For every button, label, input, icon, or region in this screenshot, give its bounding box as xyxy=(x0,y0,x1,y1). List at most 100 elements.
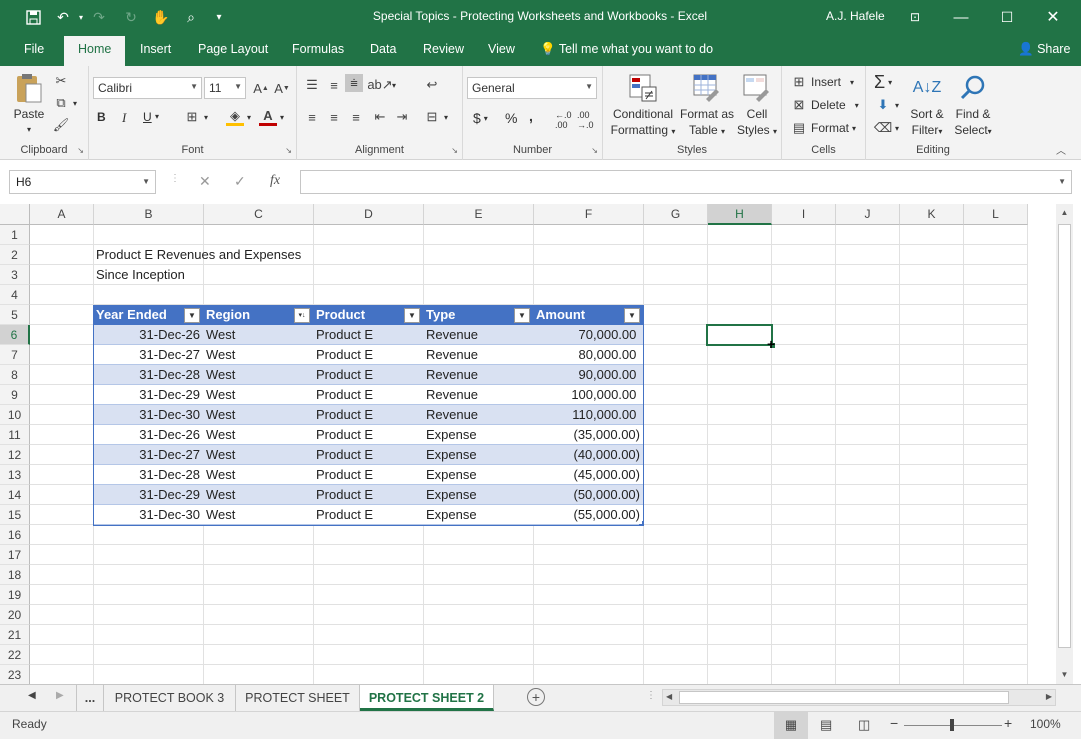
table-cell-product[interactable]: Product E xyxy=(313,425,423,445)
horizontal-scrollbar[interactable]: ◀ ▶ xyxy=(662,689,1056,706)
increase-font-size-button[interactable]: A ▲ xyxy=(252,79,270,97)
table-cell-year-ended[interactable]: 31-Dec-29 xyxy=(93,485,203,505)
row-header-15[interactable]: 15 xyxy=(0,505,30,525)
tab-split-grip-icon[interactable]: ⋮ xyxy=(646,690,656,701)
normal-view-icon[interactable]: ▦ xyxy=(774,712,808,739)
zoom-in-icon[interactable]: + xyxy=(1004,715,1012,731)
page-break-preview-icon[interactable]: ◫ xyxy=(858,717,870,733)
table-cell-year-ended[interactable]: 31-Dec-28 xyxy=(93,365,203,385)
print-preview-icon[interactable]: ⌕ xyxy=(180,7,202,27)
alignment-launcher-icon[interactable]: ↘ xyxy=(451,146,458,155)
filter-dropdown-icon[interactable]: ▼ xyxy=(404,308,420,323)
zoom-slider-thumb[interactable] xyxy=(950,719,954,731)
row-header-17[interactable]: 17 xyxy=(0,545,30,565)
clipboard-launcher-icon[interactable]: ↘ xyxy=(77,146,84,155)
tab-insert[interactable]: Insert xyxy=(140,42,171,56)
table-cell-region[interactable]: West xyxy=(203,445,313,465)
percent-style-button[interactable]: % xyxy=(505,110,517,126)
font-color-button[interactable]: A ▾ xyxy=(259,108,284,126)
row-header-3[interactable]: 3 xyxy=(0,265,30,285)
vertical-scroll-thumb[interactable] xyxy=(1058,224,1071,648)
table-cell-region[interactable]: West xyxy=(203,405,313,425)
active-cell-selection[interactable] xyxy=(706,324,773,346)
column-header-l[interactable]: L xyxy=(964,204,1028,225)
tab-home[interactable]: Home xyxy=(64,36,126,66)
column-header-g[interactable]: G xyxy=(644,204,708,225)
table-cell-year-ended[interactable]: 31-Dec-26 xyxy=(93,325,203,345)
row-header-21[interactable]: 21 xyxy=(0,625,30,645)
tab-review[interactable]: Review xyxy=(423,42,464,56)
font-launcher-icon[interactable]: ↘ xyxy=(285,146,292,155)
table-cell-type[interactable]: Expense xyxy=(423,445,533,465)
formula-input[interactable]: ▼ xyxy=(300,170,1072,194)
table-cell-type[interactable]: Expense xyxy=(423,505,533,525)
table-cell-type[interactable]: Revenue xyxy=(423,325,533,345)
format-cells-button[interactable]: ▤ Format ▾ xyxy=(790,119,856,137)
scroll-down-icon[interactable]: ▼ xyxy=(1056,670,1073,684)
table-cell-year-ended[interactable]: 31-Dec-30 xyxy=(93,505,203,525)
middle-align-button[interactable]: ≡ xyxy=(325,76,343,94)
column-header-h[interactable]: H xyxy=(708,204,772,225)
row-header-10[interactable]: 10 xyxy=(0,405,30,425)
table-cell-product[interactable]: Product E xyxy=(313,385,423,405)
minimize-icon[interactable]: — xyxy=(938,4,984,30)
table-cell-year-ended[interactable]: 31-Dec-27 xyxy=(93,345,203,365)
format-as-table-button[interactable]: Format as Table ▾ xyxy=(679,72,735,140)
orientation-button[interactable]: ab↗ ▾ xyxy=(367,76,396,94)
fill-button[interactable]: ⬇ ▾ xyxy=(874,96,899,114)
column-header-b[interactable]: B xyxy=(94,204,204,225)
customize-toolbar-icon[interactable]: ▾ xyxy=(208,7,230,27)
table-resize-handle[interactable] xyxy=(639,521,644,526)
row-header-13[interactable]: 13 xyxy=(0,465,30,485)
font-name-combo[interactable]: Calibri ▼ xyxy=(93,77,202,99)
row-header-7[interactable]: 7 xyxy=(0,345,30,365)
table-cell-product[interactable]: Product E xyxy=(313,345,423,365)
filter-dropdown-icon[interactable]: ▼ xyxy=(514,308,530,323)
insert-cells-button[interactable]: ⊞ Insert ▾ xyxy=(790,73,854,91)
more-sheets-button[interactable]: ... xyxy=(76,685,104,711)
bottom-align-button[interactable]: ⩧ xyxy=(345,74,363,92)
table-cell-amount[interactable]: 80,000.00 xyxy=(533,345,643,365)
table-cell-year-ended[interactable]: 31-Dec-30 xyxy=(93,405,203,425)
row-header-6[interactable]: 6 xyxy=(0,325,30,345)
row-header-8[interactable]: 8 xyxy=(0,365,30,385)
tab-file[interactable]: File xyxy=(24,42,44,56)
sort-filter-button[interactable]: A↓Z Sort & Filter▾ xyxy=(906,72,948,140)
row-header-9[interactable]: 9 xyxy=(0,385,30,405)
vertical-scrollbar[interactable]: ▲ ▼ xyxy=(1056,204,1073,684)
table-cell-type[interactable]: Revenue xyxy=(423,365,533,385)
zoom-out-icon[interactable]: − xyxy=(890,715,898,731)
cut-button[interactable]: ✂ xyxy=(52,72,70,90)
table-cell-type[interactable]: Expense xyxy=(423,425,533,445)
table-cell-product[interactable]: Product E xyxy=(313,485,423,505)
row-header-14[interactable]: 14 xyxy=(0,485,30,505)
tab-page-layout[interactable]: Page Layout xyxy=(198,42,268,56)
wrap-text-button[interactable]: ↩ xyxy=(423,76,441,94)
save-icon[interactable] xyxy=(22,7,44,27)
decrease-indent-button[interactable]: ⇤ xyxy=(371,108,389,126)
table-cell-product[interactable]: Product E xyxy=(313,465,423,485)
maximize-icon[interactable]: ☐ xyxy=(984,4,1030,30)
table-cell-type[interactable]: Expense xyxy=(423,485,533,505)
table-cell-region[interactable]: West xyxy=(203,365,313,385)
tab-formulas[interactable]: Formulas xyxy=(292,42,344,56)
merge-center-button[interactable]: ⊟ ▾ xyxy=(423,108,448,126)
row-header-5[interactable]: 5 xyxy=(0,305,30,325)
italic-button[interactable]: I xyxy=(122,110,126,126)
filter-dropdown-icon[interactable]: ▾↓ xyxy=(294,308,310,323)
font-size-combo[interactable]: 11 ▼ xyxy=(204,77,246,99)
user-name[interactable]: A.J. Hafele xyxy=(826,9,885,23)
zoom-level[interactable]: 100% xyxy=(1030,717,1061,731)
row-header-23[interactable]: 23 xyxy=(0,665,30,684)
delete-cells-button[interactable]: ⊠ Delete ▾ xyxy=(790,96,859,114)
table-cell-year-ended[interactable]: 31-Dec-26 xyxy=(93,425,203,445)
expand-formula-bar-icon[interactable]: ▼ xyxy=(1058,177,1066,186)
sheet-tab-protect-sheet[interactable]: PROTECT SHEET xyxy=(236,685,360,711)
accounting-format-button[interactable]: $ ▾ xyxy=(473,110,488,126)
row-header-2[interactable]: 2 xyxy=(0,245,30,265)
copy-button[interactable]: ⧉ ▾ xyxy=(52,94,77,112)
cell-styles-button[interactable]: Cell Styles ▾ xyxy=(735,72,779,140)
table-cell-amount[interactable]: 110,000.00 xyxy=(533,405,643,425)
tab-view[interactable]: View xyxy=(488,42,515,56)
table-cell-type[interactable]: Expense xyxy=(423,465,533,485)
